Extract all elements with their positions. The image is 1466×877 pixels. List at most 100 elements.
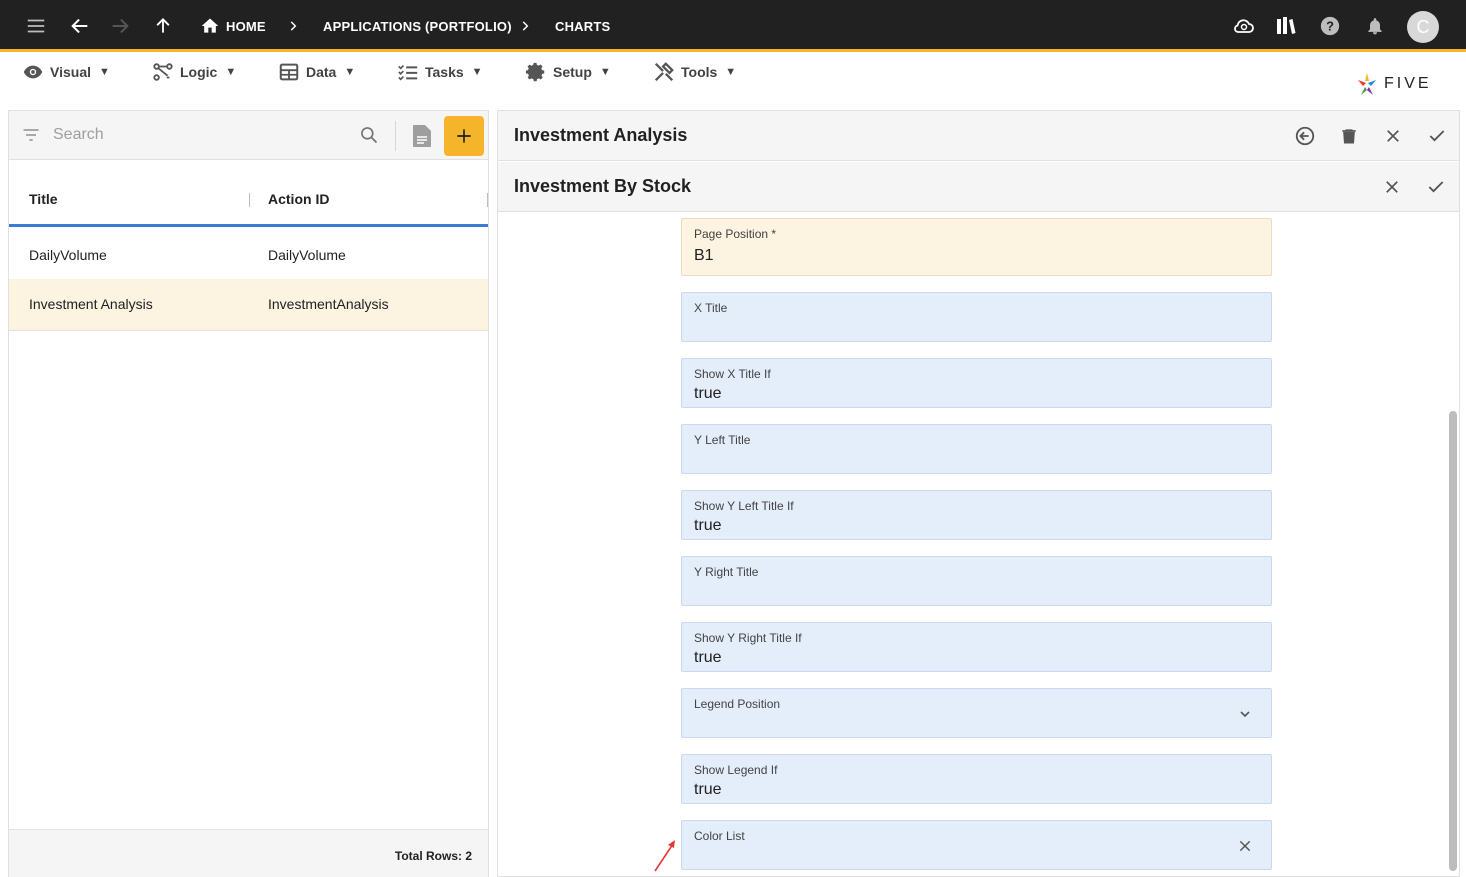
column-divider[interactable] xyxy=(487,193,488,207)
subform-header: Investment By Stock xyxy=(498,162,1459,212)
menu-logic-label: Logic xyxy=(180,64,218,80)
menu-visual[interactable]: Visual ▼ xyxy=(22,55,110,89)
menu-tools-label: Tools xyxy=(681,64,718,80)
subform-title: Investment By Stock xyxy=(514,176,692,196)
back-arrow-icon[interactable] xyxy=(60,0,100,52)
legend-position-select[interactable]: Legend Position xyxy=(681,688,1272,738)
subform-close-button[interactable] xyxy=(1379,174,1405,200)
search-divider xyxy=(395,121,396,151)
five-logo-mark xyxy=(1358,73,1376,95)
chevron-right-icon xyxy=(283,0,303,52)
bell-icon[interactable] xyxy=(1355,0,1395,52)
column-divider[interactable] xyxy=(249,193,250,207)
search-bar: Search xyxy=(9,111,488,160)
logic-icon xyxy=(153,63,173,81)
form-panel: Investment Analysis Investment By Stock … xyxy=(497,110,1460,877)
menu-tasks-label: Tasks xyxy=(425,64,464,80)
color-list-field[interactable]: Color List xyxy=(681,820,1272,870)
cell-title: Investment Analysis xyxy=(29,296,153,312)
show-y-right-title-if-field[interactable]: Show Y Right Title If true xyxy=(681,622,1272,672)
clear-icon[interactable] xyxy=(1233,834,1257,858)
field-label: Y Left Title xyxy=(694,433,751,447)
field-value: true xyxy=(694,781,722,798)
table-row[interactable]: DailyVolume DailyVolume xyxy=(9,230,488,282)
caret-down-icon: ▼ xyxy=(599,66,611,78)
cell-action-id: DailyVolume xyxy=(268,247,346,263)
menu-setup[interactable]: Setup ▼ xyxy=(525,55,611,89)
delete-button[interactable] xyxy=(1336,123,1362,149)
menu-logic[interactable]: Logic ▼ xyxy=(152,55,236,89)
list-panel: Search Title Action ID DailyVolume Daily… xyxy=(8,110,489,877)
list-footer: Total Rows: 2 xyxy=(9,829,488,877)
show-y-left-title-if-field[interactable]: Show Y Left Title If true xyxy=(681,490,1272,540)
svg-text:?: ? xyxy=(1326,19,1334,34)
check-icon xyxy=(1429,130,1445,142)
menu-icon[interactable] xyxy=(16,0,56,52)
field-value: true xyxy=(694,649,722,666)
plus-icon xyxy=(457,129,471,143)
gear-icon xyxy=(525,62,545,82)
table-icon xyxy=(279,63,299,81)
field-label: Y Right Title xyxy=(694,565,759,579)
show-x-title-if-field[interactable]: Show X Title If true xyxy=(681,358,1272,408)
cell-action-id: InvestmentAnalysis xyxy=(268,296,389,312)
show-legend-if-field[interactable]: Show Legend If true xyxy=(681,754,1272,804)
breadcrumb-charts[interactable]: CHARTS xyxy=(555,0,610,52)
column-header-action-id[interactable]: Action ID xyxy=(268,191,329,207)
five-logo: FIVE xyxy=(1354,71,1432,97)
save-button[interactable] xyxy=(1424,123,1450,149)
menu-tools[interactable]: Tools ▼ xyxy=(653,55,736,89)
menu-data[interactable]: Data ▼ xyxy=(278,55,355,89)
menu-visual-label: Visual xyxy=(50,64,91,80)
avatar[interactable]: C xyxy=(1407,11,1439,43)
eye-icon xyxy=(23,65,43,79)
y-right-title-field[interactable]: Y Right Title xyxy=(681,556,1272,606)
page-position-field[interactable]: Page Position * B1 xyxy=(681,218,1272,276)
check-icon xyxy=(1428,181,1444,193)
field-label: Show Y Left Title If xyxy=(694,499,794,513)
add-button[interactable] xyxy=(444,116,484,156)
history-back-icon xyxy=(1295,126,1315,146)
scrollbar[interactable] xyxy=(1449,411,1457,871)
caret-down-icon: ▼ xyxy=(225,66,237,78)
subform-save-button[interactable] xyxy=(1423,174,1449,200)
field-value: true xyxy=(694,517,722,534)
close-button[interactable] xyxy=(1380,123,1406,149)
field-label: Show Legend If xyxy=(694,763,778,777)
chevron-down-icon[interactable] xyxy=(1233,702,1257,726)
up-arrow-icon[interactable] xyxy=(143,0,183,52)
breadcrumb-home[interactable]: HOME xyxy=(226,0,266,52)
history-back-button[interactable] xyxy=(1292,123,1318,149)
x-title-field[interactable]: X Title xyxy=(681,292,1272,342)
cloud-sync-icon[interactable] xyxy=(1224,0,1264,52)
form-title: Investment Analysis xyxy=(514,125,688,145)
top-app-bar: HOME APPLICATIONS (PORTFOLIO) CHARTS ? C xyxy=(0,0,1466,52)
field-label: Legend Position xyxy=(694,697,781,711)
search-icon[interactable] xyxy=(359,125,379,150)
forward-arrow-icon[interactable] xyxy=(100,0,140,52)
help-icon[interactable]: ? xyxy=(1310,0,1350,52)
caret-down-icon: ▼ xyxy=(344,66,356,78)
total-rows: Total Rows: 2 xyxy=(394,849,472,863)
field-value: B1 xyxy=(694,247,714,264)
form-header: Investment Analysis xyxy=(498,111,1459,161)
search-input[interactable]: Search xyxy=(53,126,104,144)
close-icon xyxy=(1386,181,1398,193)
close-icon xyxy=(1387,130,1399,142)
field-value: true xyxy=(694,385,722,402)
list-header: Title Action ID xyxy=(9,173,488,227)
document-icon[interactable] xyxy=(411,124,433,153)
library-icon[interactable] xyxy=(1266,0,1306,52)
home-icon[interactable] xyxy=(190,0,230,52)
field-label: Show Y Right Title If xyxy=(694,631,802,645)
breadcrumb-applications[interactable]: APPLICATIONS (PORTFOLIO) xyxy=(323,0,512,52)
filter-icon[interactable] xyxy=(21,125,41,150)
y-left-title-field[interactable]: Y Left Title xyxy=(681,424,1272,474)
menu-data-label: Data xyxy=(306,64,337,80)
column-header-title[interactable]: Title xyxy=(29,191,58,207)
menu-tasks[interactable]: Tasks ▼ xyxy=(397,55,483,89)
tasks-icon xyxy=(398,64,418,81)
field-label: Show X Title If xyxy=(694,367,771,381)
caret-down-icon: ▼ xyxy=(471,66,483,78)
table-row-selected[interactable]: Investment Analysis InvestmentAnalysis xyxy=(9,279,488,331)
